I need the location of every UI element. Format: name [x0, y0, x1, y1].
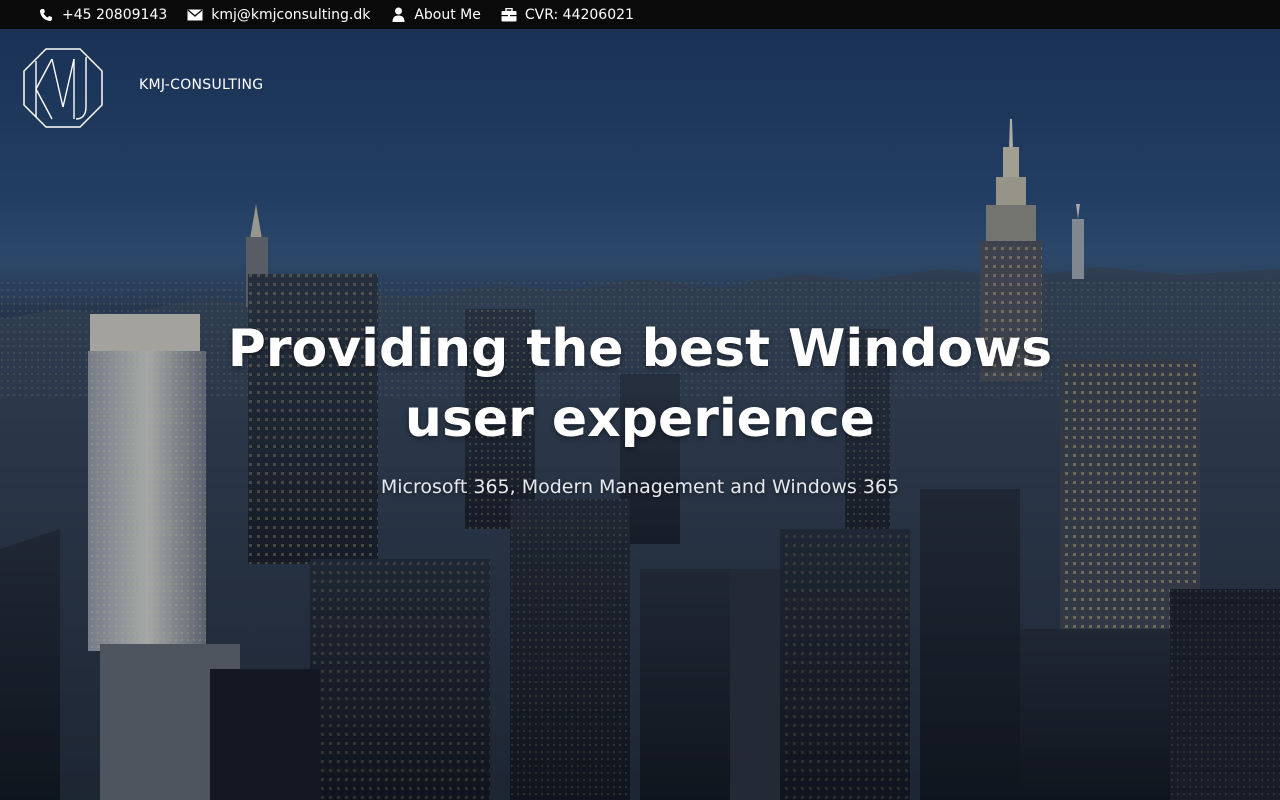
brand-name: KMJ-CONSULTING: [139, 77, 264, 93]
kmj-monogram-logo: [23, 48, 103, 128]
email-link[interactable]: kmj@kmjconsulting.dk: [187, 7, 370, 23]
brand-logo-link[interactable]: KMJ-CONSULTING: [22, 47, 263, 129]
about-me-text: About Me: [414, 6, 481, 23]
email-text: kmj@kmjconsulting.dk: [211, 6, 371, 23]
top-contact-bar: +45 20809143 kmj@kmjconsulting.dk About …: [0, 0, 1280, 29]
phone-link[interactable]: +45 20809143: [38, 7, 167, 23]
briefcase-icon: [501, 7, 517, 23]
user-icon: [390, 7, 406, 23]
phone-text: +45 20809143: [62, 6, 168, 23]
phone-icon: [38, 7, 54, 23]
hero-title: Providing the best Windows user experien…: [227, 319, 1053, 449]
about-me-link[interactable]: About Me: [390, 7, 481, 23]
envelope-icon: [187, 7, 203, 23]
cvr-text: CVR: 44206021: [524, 6, 634, 23]
hero-content: Providing the best Windows user experien…: [0, 314, 1280, 498]
cvr-link[interactable]: CVR: 44206021: [501, 7, 634, 23]
hero-section: KMJ-CONSULTING Providing the best Window…: [0, 29, 1280, 800]
hero-subtitle: Microsoft 365, Modern Management and Win…: [380, 476, 900, 498]
